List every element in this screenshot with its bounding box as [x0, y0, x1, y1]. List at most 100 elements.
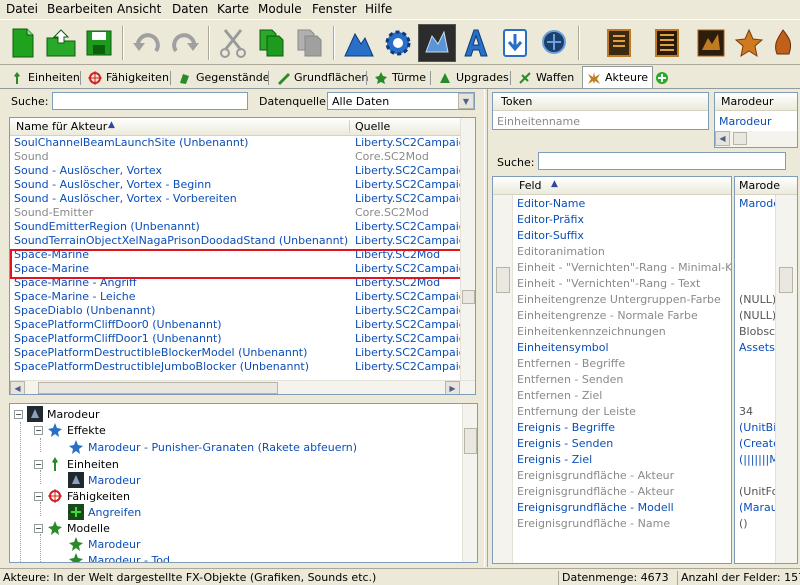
- tree-vertical-scrollbar[interactable]: [462, 404, 477, 562]
- field-value[interactable]: Marode: [739, 197, 775, 211]
- column-header-field[interactable]: Feld: [519, 179, 542, 192]
- redo-button[interactable]: [166, 24, 204, 62]
- field-row[interactable]: Editor-Suffix: [517, 229, 584, 243]
- field-row[interactable]: Ereignis - Senden: [517, 437, 613, 451]
- tree-node-faehigkeiten[interactable]: − Fähigkeiten: [34, 488, 130, 504]
- trigger-editor-button[interactable]: [379, 24, 417, 62]
- tab-einheiten[interactable]: Einheiten: [10, 68, 80, 87]
- field-value[interactable]: 34: [739, 405, 753, 419]
- datasource-select[interactable]: Alle Daten ▼: [327, 92, 475, 110]
- copy-button[interactable]: [252, 24, 290, 62]
- field-value[interactable]: (UnitBir: [739, 421, 775, 435]
- field-row[interactable]: Einheitenkennzeichnungen: [517, 325, 666, 339]
- ai-editor-button[interactable]: [535, 24, 573, 62]
- scroll-left-icon[interactable]: ◀: [10, 381, 25, 394]
- field-scroll-thumb[interactable]: [496, 267, 510, 293]
- table-row[interactable]: SpacePlatformDestructibleBlockerModel (U…: [10, 346, 460, 360]
- table-row[interactable]: SpacePlatformCliffDoor0 (Unbenannt) Liber…: [10, 318, 460, 332]
- field-value[interactable]: (NULL): [739, 293, 775, 307]
- tree-node-root[interactable]: − Marodeur: [14, 406, 100, 422]
- tree-item-unit[interactable]: Marodeur: [68, 472, 141, 488]
- field-row[interactable]: Einheitengrenze Untergruppen-Farbe: [517, 293, 721, 307]
- field-row[interactable]: Entfernen - Ziel: [517, 389, 602, 403]
- menu-hilfe[interactable]: Hilfe: [365, 2, 392, 16]
- scroll-left-icon[interactable]: ◀: [715, 131, 730, 146]
- table-row[interactable]: Sound - Auslöscher, Vortex - Vorbereiten…: [10, 192, 460, 206]
- table-row[interactable]: SpacePlatformCliffDoor1 (Unbenannt) Liber…: [10, 332, 460, 346]
- collapse-icon[interactable]: −: [14, 409, 23, 419]
- field-row[interactable]: Editor-Name: [517, 197, 585, 211]
- menu-bearbeiten[interactable]: Bearbeiten: [47, 2, 113, 16]
- module-tool-4-button[interactable]: [730, 24, 768, 62]
- open-file-button[interactable]: [42, 24, 80, 62]
- tree-scroll-thumb[interactable]: [464, 428, 477, 454]
- data-editor-button[interactable]: [418, 24, 456, 62]
- menu-module[interactable]: Module: [258, 2, 302, 16]
- field-value[interactable]: AssetsY: [739, 341, 775, 355]
- menu-daten[interactable]: Daten: [172, 2, 208, 16]
- collapse-icon[interactable]: −: [34, 523, 43, 533]
- undo-button[interactable]: [128, 24, 166, 62]
- field-row[interactable]: Entfernen - Begriffe: [517, 357, 625, 371]
- value-scroll-thumb[interactable]: [779, 267, 793, 293]
- tree-item-model[interactable]: Marodeur: [68, 536, 141, 552]
- tab-gegenstaende[interactable]: Gegenstände: [178, 68, 270, 87]
- collapse-icon[interactable]: −: [34, 459, 43, 469]
- field-row[interactable]: Ereignisgrundfläche - Akteur: [517, 469, 674, 483]
- table-row[interactable]: Space-Marine - Leiche Liberty.SC2Campaign: [10, 290, 460, 304]
- chevron-down-icon[interactable]: ▼: [458, 93, 474, 109]
- collapse-icon[interactable]: −: [34, 491, 43, 501]
- field-row[interactable]: Ereignis - Ziel: [517, 453, 592, 467]
- terrain-editor-button[interactable]: [340, 24, 378, 62]
- token-value[interactable]: Einheitenname: [497, 115, 580, 128]
- tab-grundflaechen[interactable]: Grundflächen: [276, 68, 368, 87]
- table-row[interactable]: SoundEmitterRegion (Unbenannt) Liberty.SC…: [10, 220, 460, 234]
- pane-splitter[interactable]: [484, 89, 488, 567]
- save-button[interactable]: [80, 24, 118, 62]
- module-tool-3-button[interactable]: [692, 24, 730, 62]
- field-value[interactable]: (UnitFo: [739, 485, 775, 499]
- module-tool-1-button[interactable]: [600, 24, 638, 62]
- paste-button[interactable]: [290, 24, 328, 62]
- column-header-source[interactable]: Quelle: [355, 120, 390, 133]
- marodeur-value[interactable]: Marodeur: [719, 115, 772, 128]
- field-row[interactable]: Editoranimation: [517, 245, 605, 259]
- tree-item-ability[interactable]: Angreifen: [68, 504, 141, 520]
- tab-akteure[interactable]: Akteure: [582, 66, 653, 88]
- search-input[interactable]: [52, 92, 248, 110]
- list-scroll-thumb[interactable]: [462, 290, 475, 304]
- field-row[interactable]: Entfernen - Senden: [517, 373, 623, 387]
- marodeur-hscroll-thumb[interactable]: [733, 132, 747, 145]
- field-row[interactable]: Einheitengrenze - Normale Farbe: [517, 309, 698, 323]
- table-row[interactable]: SpacePlatformDestructibleJumboBlocker (U…: [10, 360, 460, 374]
- module-tool-2-button[interactable]: [648, 24, 686, 62]
- field-row[interactable]: Ereignis - Begriffe: [517, 421, 615, 435]
- tree-item-model-2[interactable]: Marodeur - Tod: [68, 552, 170, 562]
- menu-ansicht[interactable]: Ansicht: [117, 2, 161, 16]
- column-header-value[interactable]: Marode: [739, 179, 780, 192]
- table-row[interactable]: SoulChannelBeamLaunchSite (Unbenannt) Lib…: [10, 136, 460, 150]
- table-row[interactable]: SpaceDiablo (Unbenannt) Liberty.SC2Campai…: [10, 304, 460, 318]
- add-tab-button[interactable]: [655, 68, 669, 87]
- list-horizontal-scrollbar[interactable]: ◀ ▶: [10, 380, 475, 394]
- module-tool-5-button[interactable]: [768, 24, 798, 62]
- field-value[interactable]: (|||||||Mo: [739, 453, 775, 467]
- field-row[interactable]: Ereignisgrundfläche - Modell: [517, 501, 674, 515]
- field-search-input[interactable]: [538, 152, 786, 170]
- menu-datei[interactable]: Datei: [6, 2, 38, 16]
- field-value[interactable]: Blobsch: [739, 325, 775, 339]
- value-scrollbar[interactable]: [775, 195, 797, 563]
- field-grid-scrollbar[interactable]: [493, 195, 513, 563]
- table-row[interactable]: Sound Core.SC2Mod: [10, 150, 460, 164]
- marodeur-hscroll[interactable]: ◀: [715, 131, 797, 147]
- tree-node-einheiten[interactable]: − Einheiten: [34, 456, 119, 472]
- tab-upgrades[interactable]: Upgrades: [438, 68, 509, 87]
- text-editor-button[interactable]: [457, 24, 495, 62]
- tree-item-effect[interactable]: Marodeur - Punisher-Granaten (Rakete abf…: [68, 439, 357, 455]
- new-file-button[interactable]: [4, 24, 42, 62]
- scroll-right-icon[interactable]: ▶: [445, 381, 460, 394]
- field-row[interactable]: Ereignisgrundfläche - Akteur: [517, 485, 674, 499]
- field-value[interactable]: (Create: [739, 437, 775, 451]
- field-value[interactable]: (NULL): [739, 309, 775, 323]
- menu-karte[interactable]: Karte: [217, 2, 249, 16]
